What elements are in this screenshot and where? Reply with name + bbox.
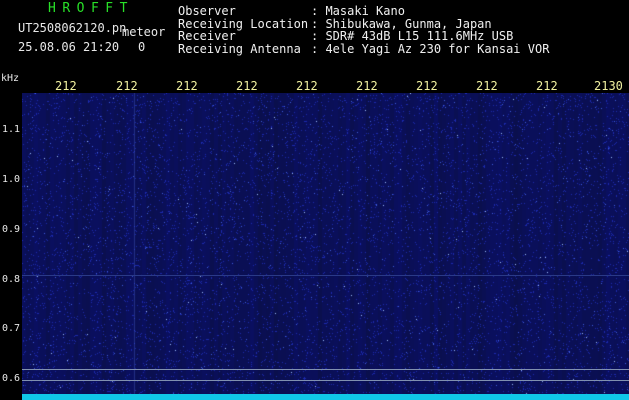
header: HROFFT UT2508062120.pn meteor 25.08.06 2… <box>0 0 629 72</box>
time-tick-label-end: 2130 <box>594 79 623 93</box>
y-tick-label: 0.8 <box>1 274 20 285</box>
noise-floor-band <box>22 394 629 400</box>
y-tick-label: 0.9 <box>1 224 20 235</box>
time-tick-label: 212 <box>116 79 138 93</box>
receiver-value: SDR# 43dB L15 111.6MHz USB <box>311 30 549 43</box>
y-tick-label: 0.6 <box>1 373 20 384</box>
time-tick-label: 212 <box>476 79 498 93</box>
time-tick-label: 212 <box>55 79 77 93</box>
y-tick-label: 0.7 <box>1 323 20 334</box>
marker-line-upper <box>22 369 629 370</box>
carrier-line <box>22 275 629 276</box>
time-tick-label: 212 <box>416 79 438 93</box>
y-tick-label: 1.0 <box>1 174 20 185</box>
y-tick-label: 1.1 <box>1 124 20 135</box>
app-title: HROFFT <box>48 1 134 16</box>
time-tick-label: 212 <box>296 79 318 93</box>
info-labels: Observer Receiving Location Receiver Rec… <box>178 5 308 55</box>
meteor-label: meteor <box>122 25 166 39</box>
waterfall-noise <box>22 93 629 400</box>
time-tick-label: 212 <box>356 79 378 93</box>
info-values: Masaki Kano Shibukawa, Gunma, Japan SDR#… <box>311 5 549 55</box>
time-tick-label: 212 <box>236 79 258 93</box>
date-time: 25.08.06 21:20 <box>18 40 120 54</box>
observer-label: Observer <box>178 4 236 18</box>
antenna-value: 4ele Yagi Az 230 for Kansai VOR <box>311 42 549 56</box>
meteor-count: 0 <box>138 40 146 54</box>
file-name: UT2508062120.pn <box>18 21 127 35</box>
y-axis-unit: kHz <box>1 73 20 84</box>
observer-value: Masaki Kano <box>311 5 549 18</box>
antenna-label: Receiving Antenna <box>178 41 301 56</box>
marker-line-lower <box>22 380 629 381</box>
waterfall-spectrogram <box>22 93 629 400</box>
receiver-label: Receiver <box>178 29 236 43</box>
time-tick-label: 212 <box>176 79 198 93</box>
time-tick-label: 212 <box>536 79 558 93</box>
